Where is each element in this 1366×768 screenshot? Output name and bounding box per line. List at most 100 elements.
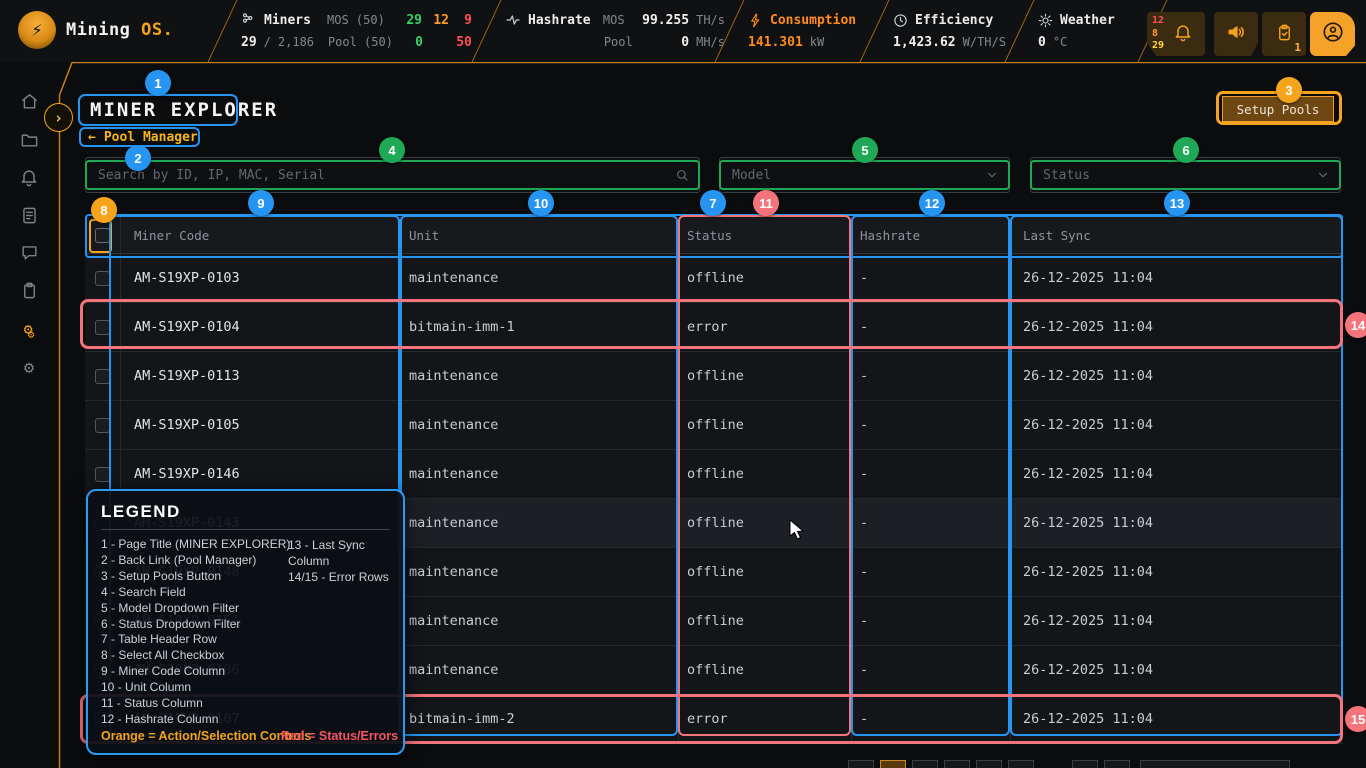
hashrate-cell: - xyxy=(851,254,1010,302)
row-checkbox[interactable] xyxy=(95,320,110,335)
miner-code-cell: AM-S19XP-0103 xyxy=(120,254,400,302)
status-cell: offline xyxy=(678,401,851,449)
efficiency-label: Efficiency xyxy=(915,13,993,28)
user-icon xyxy=(1322,21,1344,47)
chevron-down-icon xyxy=(985,168,999,182)
consumption-label: Consumption xyxy=(770,13,856,28)
sidebar-item-alerts[interactable] xyxy=(0,162,58,196)
status-cell: offline xyxy=(678,499,851,547)
unit-cell: maintenance xyxy=(400,548,678,596)
annotation-badge-15: 15 xyxy=(1345,706,1366,732)
annotation-badge-8: 8 xyxy=(91,197,117,223)
hashrate-mos-label: MOS xyxy=(603,13,631,27)
sidebar-item-tasks[interactable] xyxy=(0,275,58,309)
sidebar-item-miners[interactable]: ⚙⚙ xyxy=(0,313,58,347)
column-header[interactable]: Status xyxy=(678,217,851,253)
notification-count-badge: 29 xyxy=(1152,40,1164,53)
unit-cell: maintenance xyxy=(400,450,678,498)
sidebar-expand-button[interactable]: › xyxy=(44,103,73,132)
chevron-right-icon: › xyxy=(54,109,63,127)
legend-item: 9 - Miner Code Column xyxy=(101,664,390,680)
legend-divider xyxy=(101,529,390,530)
page-title: MINER EXPLORER xyxy=(90,99,278,121)
brand: ⚡ Mining OS. xyxy=(18,11,173,49)
pagination-page-active[interactable] xyxy=(880,760,906,768)
annotation-badge-4: 4 xyxy=(379,137,405,163)
consumption-stat-panel: Consumption 141.301 kW xyxy=(715,0,889,62)
legend-footer-orange: Orange = Action/Selection Controls xyxy=(101,729,311,743)
column-header[interactable]: Last Sync xyxy=(1010,217,1343,253)
hashrate-cell: - xyxy=(851,499,1010,547)
consumption-value: 141.301 xyxy=(748,35,803,50)
annotation-badge-6: 6 xyxy=(1173,137,1199,163)
unit-cell: maintenance xyxy=(400,352,678,400)
row-checkbox[interactable] xyxy=(95,467,110,482)
sidebar-item-reports[interactable] xyxy=(0,200,58,234)
status-cell: offline xyxy=(678,450,851,498)
legend-item: 4 - Search Field xyxy=(101,585,390,601)
column-header[interactable]: Unit xyxy=(400,217,678,253)
table-row[interactable]: AM-S19XP-0113maintenanceoffline-26-12-20… xyxy=(85,352,1343,401)
last-sync-cell: 26-12-2025 11:04 xyxy=(1010,303,1343,351)
unit-cell: maintenance xyxy=(400,597,678,645)
miners-stat-panel: Miners MOS (50) 29 12 9 29 / 2,186 Pool … xyxy=(208,0,501,62)
pagination-page-size-select[interactable] xyxy=(1140,760,1290,768)
status-filter-value: Status xyxy=(1043,168,1090,183)
setup-pools-button[interactable]: Setup Pools xyxy=(1222,96,1334,122)
miners-error-count: 9 xyxy=(456,13,472,28)
sidebar-item-settings[interactable]: ⚙ xyxy=(0,351,58,385)
home-icon xyxy=(20,92,39,115)
hashrate-cell: - xyxy=(851,695,1010,743)
annotation-badge-12: 12 xyxy=(919,190,945,216)
pagination-page[interactable] xyxy=(944,760,970,768)
weather-stat-panel: Weather 0 °C xyxy=(1005,0,1168,62)
legend-item: 11 - Status Column xyxy=(101,696,390,712)
miners-total: 2,186 xyxy=(278,35,326,49)
pagination-page[interactable] xyxy=(1072,760,1098,768)
pagination-page[interactable] xyxy=(1104,760,1130,768)
legend-item: 13 - Last Sync Column xyxy=(288,538,403,570)
status-cell: offline xyxy=(678,548,851,596)
last-sync-cell: 26-12-2025 11:04 xyxy=(1010,499,1343,547)
hashrate-stat-panel: Hashrate MOS 99.255 TH/s Pool 0 MH/s xyxy=(472,0,744,62)
column-header[interactable]: Miner Code xyxy=(120,217,400,253)
tasks-button[interactable]: 1 xyxy=(1262,12,1306,56)
row-checkbox[interactable] xyxy=(95,418,110,433)
unit-cell: maintenance xyxy=(400,646,678,694)
hashrate-cell: - xyxy=(851,597,1010,645)
row-checkbox[interactable] xyxy=(95,369,110,384)
back-link-pool-manager[interactable]: ← Pool Manager xyxy=(88,130,198,145)
last-sync-cell: 26-12-2025 11:04 xyxy=(1010,450,1343,498)
row-checkbox-cell xyxy=(85,352,120,400)
bell-icon xyxy=(19,167,39,191)
weather-label: Weather xyxy=(1060,13,1115,28)
miner-code-cell: AM-S19XP-0113 xyxy=(120,352,400,400)
annotation-badge-7: 7 xyxy=(700,190,726,216)
miners-warn-count: 12 xyxy=(429,13,449,28)
hashrate-label: Hashrate xyxy=(528,13,596,28)
sidebar-item-messages[interactable] xyxy=(0,237,58,271)
select-all-checkbox[interactable] xyxy=(95,228,110,243)
pagination-page[interactable] xyxy=(848,760,874,768)
legend-item: 12 - Hashrate Column xyxy=(101,712,390,728)
column-header[interactable]: Hashrate xyxy=(851,217,1010,253)
row-checkbox[interactable] xyxy=(95,271,110,286)
miner-code-cell: AM-S19XP-0105 xyxy=(120,401,400,449)
pagination-page[interactable] xyxy=(976,760,1002,768)
table-row-error[interactable]: AM-S19XP-0104bitmain-imm-1error-26-12-20… xyxy=(85,303,1343,352)
hashrate-cell: - xyxy=(851,450,1010,498)
consumption-unit: kW xyxy=(810,35,824,49)
sound-button[interactable] xyxy=(1214,12,1258,56)
pagination-page[interactable] xyxy=(912,760,938,768)
table-row[interactable]: AM-S19XP-0105maintenanceoffline-26-12-20… xyxy=(85,401,1343,450)
hashrate-cell: - xyxy=(851,401,1010,449)
table-row[interactable]: AM-S19XP-0103maintenanceoffline-26-12-20… xyxy=(85,254,1343,303)
notifications-button[interactable]: 12829 xyxy=(1147,12,1205,56)
sidebar: ⚙⚙⚙ xyxy=(0,62,58,768)
annotation-badge-14: 14 xyxy=(1345,312,1366,338)
notification-count-badge: 12 xyxy=(1152,15,1164,28)
search-input[interactable] xyxy=(86,168,699,183)
pagination-page[interactable] xyxy=(1008,760,1034,768)
last-sync-cell: 26-12-2025 11:04 xyxy=(1010,352,1343,400)
account-button[interactable] xyxy=(1310,12,1355,56)
